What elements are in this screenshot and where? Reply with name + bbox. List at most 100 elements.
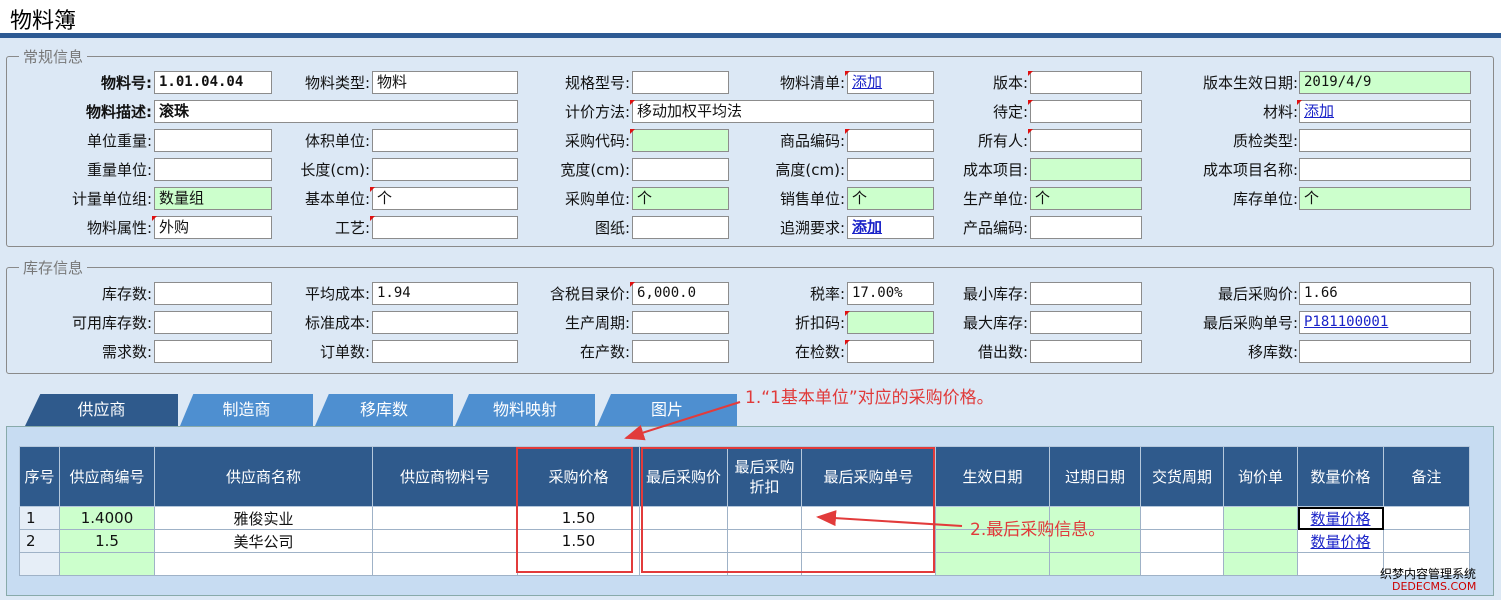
cell-note[interactable] <box>1383 506 1470 530</box>
loan-field[interactable] <box>1030 340 1142 363</box>
volume-unit-field[interactable] <box>372 129 518 152</box>
avg-cost-field[interactable]: 1.94 <box>372 282 518 305</box>
cell-supplier-part[interactable] <box>372 552 518 576</box>
product-code-field[interactable] <box>847 129 934 152</box>
std-cost-field[interactable] <box>372 311 518 334</box>
material-field[interactable]: 添加 <box>1299 100 1471 123</box>
stock-unit-field[interactable]: 个 <box>1299 187 1471 210</box>
product-no-field[interactable] <box>1030 216 1142 239</box>
discount-field[interactable] <box>847 311 934 334</box>
length-field[interactable] <box>372 158 518 181</box>
col-note[interactable]: 备注 <box>1383 446 1470 507</box>
bom-field[interactable]: 添加 <box>847 71 934 94</box>
min-stock-field[interactable] <box>1030 282 1142 305</box>
spec-field[interactable] <box>632 71 729 94</box>
qc-type-field[interactable] <box>1299 129 1471 152</box>
version-field[interactable] <box>1030 71 1142 94</box>
cell-supplier-code[interactable] <box>59 552 155 576</box>
last-po-label: 最后采购单号: <box>1202 314 1298 332</box>
cell-supplier-part[interactable] <box>372 529 518 553</box>
col-qty-price[interactable]: 数量价格 <box>1297 446 1384 507</box>
attr-field[interactable]: 外购 <box>154 216 272 239</box>
demand-field[interactable] <box>154 340 272 363</box>
cell-supplier-code[interactable]: 1.4000 <box>59 506 155 530</box>
cell-effective-date[interactable] <box>935 552 1050 576</box>
tab-manufacturer[interactable]: 制造商 <box>180 394 313 426</box>
purchase-unit-field[interactable]: 个 <box>632 187 729 210</box>
last-po-field[interactable]: P181100001 <box>1299 311 1471 334</box>
tax-field[interactable]: 17.00% <box>847 282 934 305</box>
col-lead-time[interactable]: 交货周期 <box>1140 446 1224 507</box>
production-unit-field[interactable]: 个 <box>1030 187 1142 210</box>
tab-supplier[interactable]: 供应商 <box>25 394 178 426</box>
process-field[interactable] <box>372 216 518 239</box>
cell-supplier-name[interactable] <box>154 552 373 576</box>
col-supplier-name[interactable]: 供应商名称 <box>154 446 373 507</box>
cost-item-field[interactable] <box>1030 158 1142 181</box>
avail-field[interactable] <box>154 311 272 334</box>
cell-rfq[interactable] <box>1223 529 1298 553</box>
last-price-field[interactable]: 1.66 <box>1299 282 1471 305</box>
uom-group-field[interactable]: 数量组 <box>154 187 272 210</box>
transfer-field[interactable] <box>1299 340 1471 363</box>
unit-weight-field[interactable] <box>154 129 272 152</box>
owner-field[interactable] <box>1030 129 1142 152</box>
list-price-field[interactable]: 6,000.0 <box>632 282 729 305</box>
inspect-field[interactable] <box>847 340 934 363</box>
bom-add-link[interactable]: 添加 <box>852 73 882 91</box>
col-no[interactable]: 序号 <box>19 446 60 507</box>
height-field[interactable] <box>847 158 934 181</box>
cost-item-name-field[interactable] <box>1299 158 1471 181</box>
cell-rfq[interactable] <box>1223 506 1298 530</box>
col-expire-date[interactable]: 过期日期 <box>1049 446 1141 507</box>
max-stock-field[interactable] <box>1030 311 1142 334</box>
cell-lead-time[interactable] <box>1140 506 1224 530</box>
cell-qty-price[interactable] <box>1297 552 1384 576</box>
order-field[interactable] <box>372 340 518 363</box>
tab-material-mapping[interactable]: 物料映射 <box>455 394 595 426</box>
cell-supplier-name[interactable]: 雅俊实业 <box>154 506 373 530</box>
cell-lead-time[interactable] <box>1140 529 1224 553</box>
qty-price-link[interactable]: 数量价格 <box>1310 533 1370 551</box>
cell-expire-date[interactable] <box>1049 552 1141 576</box>
pricing-field[interactable]: 移动加权平均法 <box>632 100 934 123</box>
material-no-label: 物料号: <box>101 74 152 92</box>
drawing-field[interactable] <box>632 216 729 239</box>
pending-field[interactable] <box>1030 100 1142 123</box>
required-marker <box>630 129 635 134</box>
cell-rfq[interactable] <box>1223 552 1298 576</box>
desc-field[interactable]: 滚珠 <box>154 100 518 123</box>
last-po-link[interactable]: P181100001 <box>1304 314 1388 330</box>
width-field[interactable] <box>632 158 729 181</box>
sales-unit-field[interactable]: 个 <box>847 187 934 210</box>
prod-cycle-field[interactable] <box>632 311 729 334</box>
trace-add-link[interactable]: 添加 <box>852 218 882 236</box>
cell-qty-price[interactable]: 数量价格 <box>1297 506 1384 530</box>
qty-price-link[interactable]: 数量价格 <box>1310 510 1370 528</box>
cell-supplier-name[interactable]: 美华公司 <box>154 529 373 553</box>
cell-note[interactable] <box>1383 529 1470 553</box>
cell-lead-time[interactable] <box>1140 552 1224 576</box>
wip-field[interactable] <box>632 340 729 363</box>
col-rfq[interactable]: 询价单 <box>1223 446 1298 507</box>
version-date-field[interactable]: 2019/4/9 <box>1299 71 1471 94</box>
tab-transfer[interactable]: 移库数 <box>315 394 453 426</box>
trace-field[interactable]: 添加 <box>847 216 934 239</box>
cell-no <box>19 552 60 576</box>
unit-weight-label: 单位重量: <box>86 132 152 150</box>
material-no-field[interactable]: 1.01.04.04 <box>154 71 272 94</box>
col-effective-date[interactable]: 生效日期 <box>935 446 1050 507</box>
col-supplier-part[interactable]: 供应商物料号 <box>372 446 518 507</box>
col-supplier-code[interactable]: 供应商编号 <box>59 446 155 507</box>
material-add-link[interactable]: 添加 <box>1304 102 1334 120</box>
stock-qty-field[interactable] <box>154 282 272 305</box>
purchase-code-field[interactable] <box>632 129 729 152</box>
weight-unit-field[interactable] <box>154 158 272 181</box>
cell-supplier-part[interactable] <box>372 506 518 530</box>
cell-supplier-code[interactable]: 1.5 <box>59 529 155 553</box>
base-unit-field[interactable]: 个 <box>372 187 518 210</box>
material-type-field[interactable]: 物料 <box>372 71 518 94</box>
cell-qty-price[interactable]: 数量价格 <box>1297 529 1384 553</box>
product-code-label: 商品编码: <box>779 132 845 150</box>
tab-picture[interactable]: 图片 <box>597 394 737 426</box>
